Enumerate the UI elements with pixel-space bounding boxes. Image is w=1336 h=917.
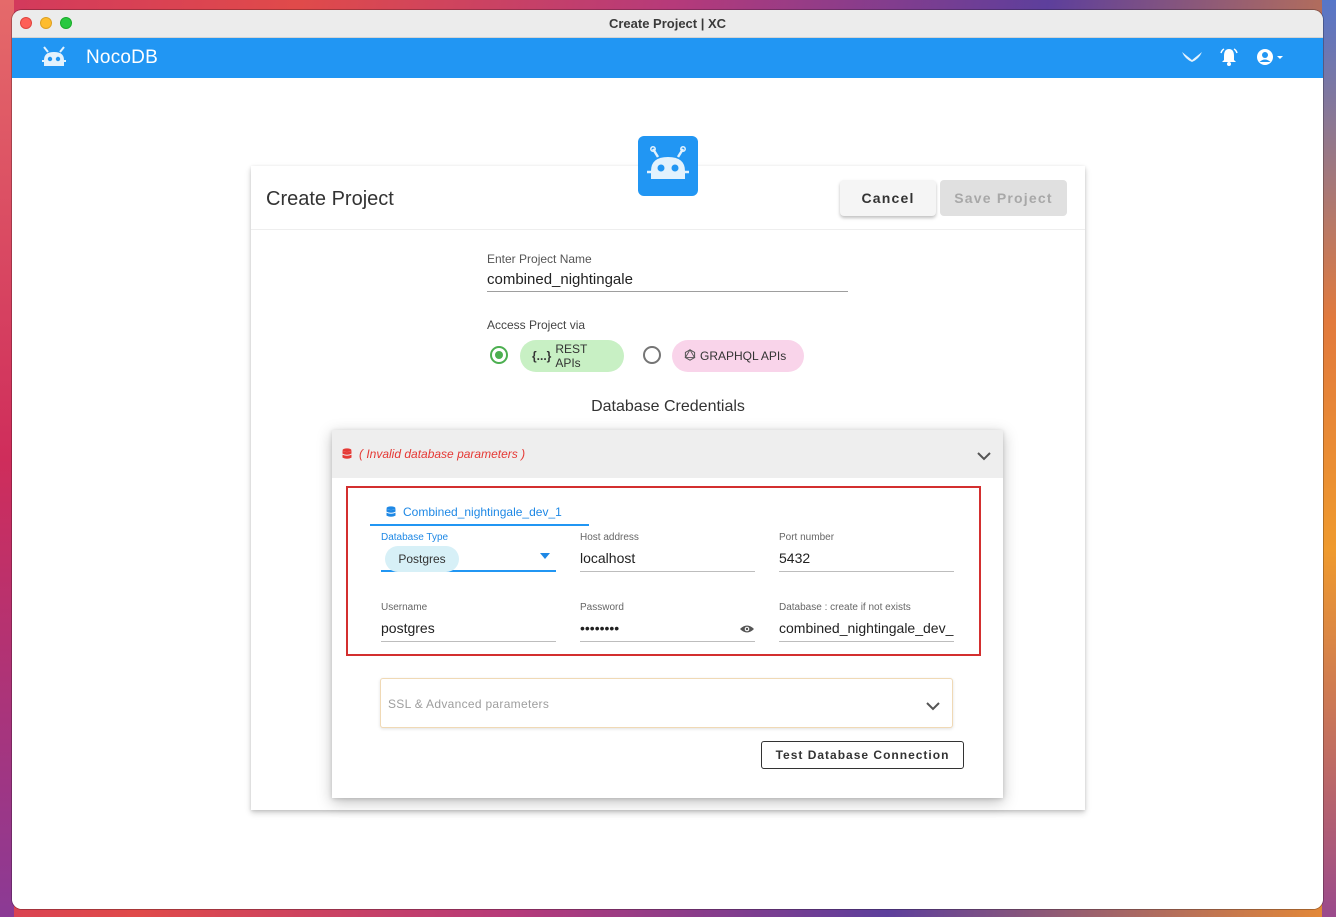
host-address-value: localhost: [580, 550, 636, 566]
rest-api-chip[interactable]: {...} REST APIs: [520, 340, 624, 372]
test-database-connection-button[interactable]: Test Database Connection: [761, 741, 964, 769]
db-connection-form: Combined_nightingale_dev_1 Database Type…: [346, 486, 981, 656]
close-window-button[interactable]: [20, 17, 32, 29]
chevron-down-icon[interactable]: [926, 698, 940, 716]
username-field[interactable]: Username postgres: [381, 602, 556, 642]
database-icon: [386, 506, 396, 518]
graphql-api-label: GRAPHQL APIs: [700, 349, 787, 363]
desktop-wallpaper-right: [1322, 0, 1336, 917]
nocodb-app-icon: [638, 136, 698, 196]
maximize-window-button[interactable]: [60, 17, 72, 29]
tab-db-connection[interactable]: Combined_nightingale_dev_1: [370, 500, 589, 526]
port-number-label: Port number: [779, 532, 835, 543]
database-name-value: combined_nightingale_dev_1: [779, 620, 954, 636]
host-address-field[interactable]: Host address localhost: [580, 532, 755, 572]
braces-icon: {...}: [532, 349, 552, 363]
host-address-label: Host address: [580, 532, 639, 543]
window-titlebar: Create Project | XC: [12, 10, 1323, 38]
appbar-actions: [1181, 47, 1285, 67]
app-window: Create Project | XC NocoDB Create Projec…: [12, 10, 1323, 909]
database-icon: [342, 447, 352, 465]
rest-api-label: REST APIs: [555, 342, 588, 370]
password-label: Password: [580, 602, 624, 613]
database-credentials-panel: ( Invalid database parameters ) Combined…: [332, 430, 1003, 798]
tab-label: Combined_nightingale_dev_1: [403, 505, 562, 519]
wings-icon[interactable]: [1181, 50, 1203, 64]
rest-api-radio[interactable]: [490, 346, 508, 364]
graphql-api-radio[interactable]: [643, 346, 661, 364]
database-type-select[interactable]: Database Type Postgres: [381, 532, 556, 572]
database-credentials-title: Database Credentials: [591, 398, 745, 415]
app-brand[interactable]: NocoDB: [86, 47, 158, 69]
chevron-down-icon[interactable]: [977, 448, 991, 466]
eye-icon[interactable]: [739, 621, 755, 639]
access-project-label: Access Project via: [487, 318, 586, 332]
database-type-label: Database Type: [381, 532, 449, 543]
port-number-field[interactable]: Port number 5432: [779, 532, 954, 572]
database-name-label: Database : create if not exists: [779, 602, 911, 613]
project-name-label: Enter Project Name: [487, 252, 592, 266]
username-value: postgres: [381, 620, 435, 636]
minimize-window-button[interactable]: [40, 17, 52, 29]
ssl-advanced-label: SSL & Advanced parameters: [388, 697, 550, 711]
dropdown-arrow-icon[interactable]: [540, 553, 550, 559]
page-title: Create Project: [266, 188, 394, 210]
graphql-api-chip[interactable]: GRAPHQL APIs: [672, 340, 804, 372]
db-panel-header[interactable]: ( Invalid database parameters ): [332, 430, 1003, 478]
graphql-icon: [684, 348, 696, 364]
nocodb-logo-icon[interactable]: [40, 46, 68, 70]
port-number-value: 5432: [779, 550, 811, 566]
cancel-button[interactable]: Cancel: [840, 180, 936, 216]
main-content: Create Project Cancel Save Project Enter…: [12, 78, 1323, 909]
invalid-params-message: ( Invalid database parameters ): [359, 447, 526, 461]
username-label: Username: [381, 602, 428, 613]
project-name-input[interactable]: combined_nightingale: [487, 270, 848, 292]
save-project-button[interactable]: Save Project: [940, 180, 1067, 216]
database-type-chip: Postgres: [385, 546, 459, 572]
password-value: ••••••••: [580, 620, 620, 636]
database-name-field[interactable]: Database : create if not exists combined…: [779, 602, 954, 642]
ssl-advanced-parameters[interactable]: SSL & Advanced parameters: [380, 678, 953, 728]
account-menu[interactable]: [1255, 47, 1285, 67]
watermark: @稀土掘金技术社区: [1150, 873, 1312, 894]
window-title: Create Project | XC: [608, 16, 727, 31]
app-bar: NocoDB: [12, 38, 1323, 78]
bell-icon[interactable]: [1219, 47, 1239, 67]
window-controls: [20, 17, 72, 29]
password-field[interactable]: Password ••••••••: [580, 602, 755, 642]
